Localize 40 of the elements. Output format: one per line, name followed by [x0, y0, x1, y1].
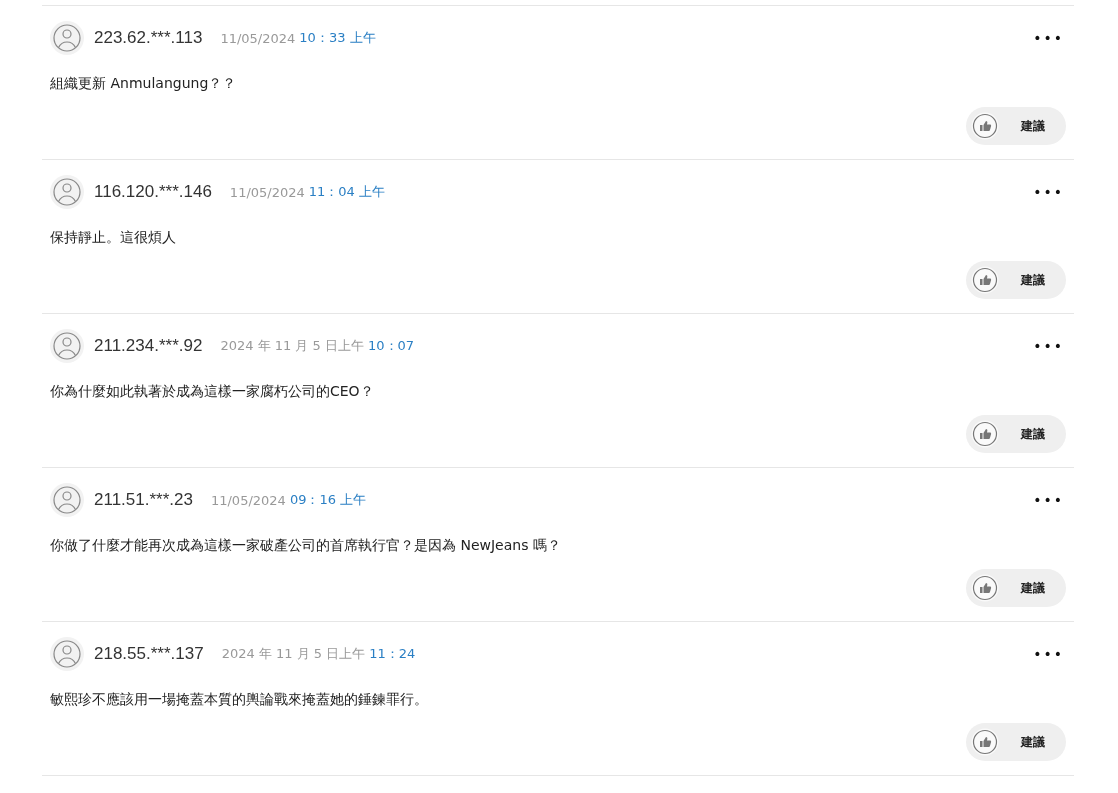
recommend-button[interactable]: 建議	[966, 415, 1066, 453]
thumbs-up-icon	[971, 420, 999, 448]
comment-time: 10：33 上午	[299, 29, 376, 47]
more-button[interactable]: •••	[1031, 338, 1066, 354]
user-name: 218.55.***.137	[94, 644, 204, 664]
comment-text: 你為什麼如此執著於成為這樣一家腐朽公司的CEO？	[50, 382, 375, 401]
avatar-icon	[50, 329, 84, 363]
comment-text: 你做了什麼才能再次成為這樣一家破產公司的首席執行官？是因為 NewJeans 嗎？	[50, 536, 562, 555]
comment-time: 09：16 上午	[289, 491, 367, 509]
comment-date: 11/05/2024	[229, 184, 305, 200]
avatar-icon	[50, 637, 84, 671]
user-name: 223.62.***.113	[94, 28, 203, 48]
thumbs-up-icon	[971, 266, 999, 294]
comment-text: 敏熙珍不應該用一場掩蓋本質的輿論戰來掩蓋她的錘鍊罪行。	[50, 690, 429, 709]
more-button[interactable]: •••	[1031, 646, 1066, 662]
user-name: 211.234.***.92	[94, 336, 203, 356]
user-name: 211.51.***.23	[94, 490, 193, 510]
comment-date: 2024 年 11 月 5 日上午	[221, 645, 366, 663]
recommend-button[interactable]: 建議	[966, 107, 1066, 145]
comment-date: 2024 年 11 月 5 日上午	[220, 337, 364, 355]
comment-text: 組織更新 Anmulangung？？	[50, 74, 238, 93]
more-button[interactable]: •••	[1031, 30, 1066, 46]
comment-time: 11：24	[369, 645, 416, 663]
comment-date: 11/05/2024	[210, 492, 286, 508]
more-button[interactable]: •••	[1031, 184, 1066, 200]
more-button[interactable]: •••	[1031, 492, 1066, 508]
thumbs-up-icon	[971, 574, 999, 602]
comment-text: 保持靜止。這很煩人	[50, 228, 177, 247]
recommend-button[interactable]: 建議	[966, 261, 1066, 299]
avatar-icon	[50, 483, 84, 517]
user-name: 116.120.***.146	[94, 182, 212, 202]
avatar-icon	[50, 175, 84, 209]
recommend-button[interactable]: 建議	[966, 723, 1066, 761]
thumbs-up-icon	[971, 728, 999, 756]
thumbs-up-icon	[971, 112, 999, 140]
comment-date: 11/05/2024	[220, 30, 296, 46]
comment-time: 11：04 上午	[308, 183, 385, 201]
comment-time: 10：07	[367, 337, 415, 355]
avatar-icon	[50, 21, 84, 55]
recommend-button[interactable]: 建議	[966, 569, 1066, 607]
